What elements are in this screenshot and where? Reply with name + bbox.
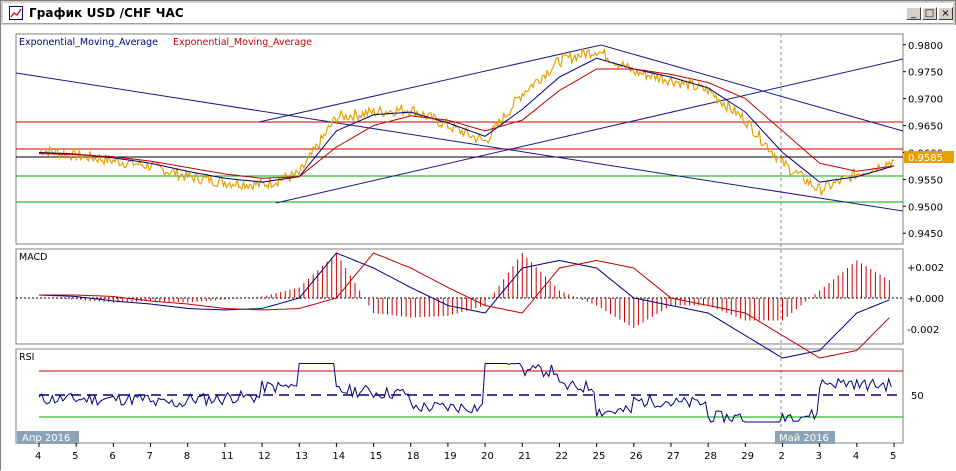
macd-tick-bottom: -0.002	[907, 325, 939, 336]
date-label: 28	[704, 451, 717, 462]
macd-tick-top: +0.002	[907, 263, 944, 274]
date-label: 13	[295, 451, 308, 462]
minimize-button[interactable]: _	[906, 7, 921, 20]
date-label: 6	[109, 451, 115, 462]
chart-background	[13, 31, 956, 471]
ema-legend-red: Exponential_Moving_Average	[173, 37, 312, 48]
maximize-button[interactable]: □	[922, 7, 937, 20]
chart-window-icon	[9, 6, 23, 20]
date-label: 21	[518, 451, 531, 462]
rsi-label: RSI	[19, 352, 34, 363]
price-tick-label: 0.9750	[908, 68, 943, 79]
date-label: 2	[778, 451, 784, 462]
date-label: 29	[741, 451, 754, 462]
date-label: 25	[593, 451, 606, 462]
price-tick-label: 0.9650	[908, 122, 943, 133]
date-label: 7	[147, 451, 153, 462]
price-tick-label: 0.9550	[908, 175, 943, 186]
chart-canvas[interactable]: Exponential_Moving_Average Exponential_M…	[1, 25, 956, 471]
date-label: 14	[332, 451, 345, 462]
date-label: 5	[890, 451, 896, 462]
date-label: 5	[72, 451, 78, 462]
date-label: 26	[630, 451, 643, 462]
window-title: График USD /CHF ЧАС	[29, 6, 184, 20]
rsi-tick-50: 50	[911, 391, 924, 402]
date-label: 4	[853, 451, 859, 462]
date-label: 15	[370, 451, 383, 462]
date-label: 18	[407, 451, 420, 462]
date-label: 8	[184, 451, 190, 462]
chart-window: График USD /CHF ЧАС _ □ × Exponential_Mo…	[0, 0, 956, 471]
price-tick-label: 0.9700	[908, 95, 943, 106]
date-label: 4	[35, 451, 41, 462]
title-bar[interactable]: График USD /CHF ЧАС _ □ ×	[3, 3, 953, 24]
date-label: 22	[555, 451, 568, 462]
month-tag-april-text: Апр 2016	[22, 433, 70, 444]
date-label: 19	[444, 451, 457, 462]
date-label: 12	[258, 451, 271, 462]
date-label: 3	[816, 451, 822, 462]
price-tick-label: 0.9450	[908, 229, 943, 240]
ema-legend-blue: Exponential_Moving_Average	[19, 37, 158, 48]
month-tag-may-text: Май 2016	[779, 433, 829, 444]
date-label: 27	[667, 451, 680, 462]
date-label: 11	[221, 451, 234, 462]
price-tick-label: 0.9500	[908, 202, 943, 213]
date-label: 20	[481, 451, 494, 462]
price-tick-label: 0.9800	[908, 41, 943, 52]
macd-label: MACD	[19, 252, 47, 263]
macd-tick-zero: +0.000	[907, 294, 944, 305]
current-price-label: 0.9585	[908, 153, 943, 164]
close-button[interactable]: ×	[938, 7, 953, 20]
